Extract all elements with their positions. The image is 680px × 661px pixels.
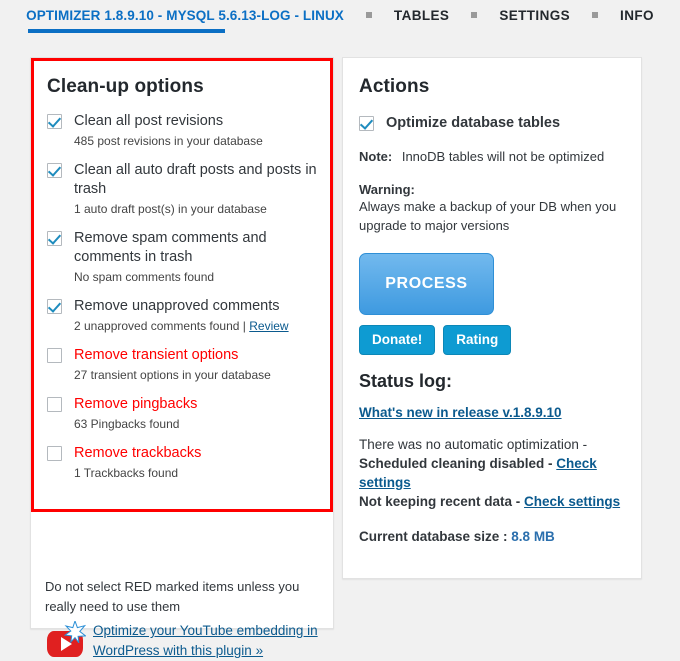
cleanup-option-label: Remove unapproved comments <box>74 298 280 314</box>
cleanup-panel-title: Clean-up options <box>47 76 204 97</box>
cleanup-option-header: Remove trackbacks <box>47 444 317 463</box>
cleanup-option-detail-text: 27 transient options in your database <box>74 368 271 382</box>
top-navigation: OPTIMIZER 1.8.9.10 - MYSQL 5.6.13-LOG - … <box>0 0 680 30</box>
cleanup-option-detail: 63 Pingbacks found <box>74 416 317 432</box>
cleanup-option-detail-text: 485 post revisions in your database <box>74 134 263 148</box>
cleanup-option-checkbox[interactable] <box>47 348 62 363</box>
cleanup-option-detail-text: 2 unapproved comments found | <box>74 319 250 333</box>
cleanup-option-header: Remove spam comments and comments in tra… <box>47 229 317 267</box>
note-text: InnoDB tables will not be optimized <box>401 149 605 164</box>
cleanup-option[interactable]: Clean all post revisions 485 post revisio… <box>47 112 317 149</box>
optimize-tables-label: Optimize database tables <box>386 115 561 131</box>
log-line-2-text: Scheduled cleaning disabled - <box>359 456 557 471</box>
cleanup-option-review-link[interactable]: Review <box>249 319 288 333</box>
donate-button[interactable]: Donate! <box>359 325 436 355</box>
cleanup-option-label: Remove trackbacks <box>74 445 202 461</box>
nav-item-info[interactable]: INFO <box>620 8 654 23</box>
cleanup-option[interactable]: Remove unapproved comments 2 unapproved c… <box>47 297 317 334</box>
cleanup-option-checkbox[interactable] <box>47 446 62 461</box>
nav-item-tables[interactable]: TABLES <box>394 8 449 23</box>
cleanup-option-detail: No spam comments found <box>74 269 317 285</box>
cleanup-option-header: Clean all auto draft posts and posts in … <box>47 161 317 199</box>
red-items-warning-text: Do not select RED marked items unless yo… <box>45 579 300 614</box>
cleanup-option[interactable]: Remove pingbacks 63 Pingbacks found <box>47 395 317 432</box>
cleanup-option-header: Remove transient options <box>47 346 317 365</box>
nav-separator-icon <box>365 12 372 18</box>
cleanup-option-label: Remove pingbacks <box>74 396 198 412</box>
nav-item-settings[interactable]: SETTINGS <box>499 8 570 23</box>
cleanup-option-label: Clean all post revisions <box>74 113 224 129</box>
optimize-tables-checkbox[interactable] <box>359 116 374 131</box>
secondary-buttons: Donate! Rating <box>359 325 625 355</box>
warning-text: Always make a backup of your DB when you… <box>359 199 617 233</box>
rating-button[interactable]: Rating <box>443 325 512 355</box>
cleanup-option-detail-text: 63 Pingbacks found <box>74 417 180 431</box>
cleanup-option-detail: 485 post revisions in your database <box>74 133 317 149</box>
cleanup-option-checkbox[interactable] <box>47 163 62 178</box>
nav-separator-icon <box>592 12 599 18</box>
youtube-plugin-promo[interactable]: Optimize your YouTube embedding in WordP… <box>45 621 325 661</box>
cleanup-options-panel: Clean-up options Clean all post revision… <box>30 57 334 658</box>
youtube-star-icon <box>45 621 87 661</box>
nav-separator-icon <box>471 12 478 18</box>
cleanup-option-label: Clean all auto draft posts and posts in … <box>74 162 317 197</box>
backup-warning: Warning: Always make a backup of your DB… <box>359 182 625 235</box>
active-tab-underline <box>28 29 225 33</box>
log-line-3-text: Not keeping recent data - <box>359 494 525 509</box>
actions-panel: Actions Optimize database tables Note: I… <box>342 57 642 579</box>
cleanup-option-detail: 1 Trackbacks found <box>74 465 317 481</box>
star-burst-icon <box>64 621 86 643</box>
whats-new-link[interactable]: What's new in release v.1.8.9.10 <box>359 405 625 420</box>
database-size-value: 8.8 MB <box>511 529 555 544</box>
process-button[interactable]: PROCESS <box>359 253 494 315</box>
status-log-body: There was no automatic optimization - Sc… <box>359 435 625 511</box>
database-size-row: Current database size : 8.8 MB <box>359 529 625 544</box>
log-line-1: There was no automatic optimization - <box>359 437 588 452</box>
cleanup-option-checkbox[interactable] <box>47 231 62 246</box>
cleanup-option-list: Clean all post revisions 485 post revisio… <box>47 112 317 481</box>
status-log-title: Status log: <box>359 371 452 391</box>
cleanup-option-detail: 27 transient options in your database <box>74 367 317 383</box>
cleanup-option-detail-text: 1 auto draft post(s) in your database <box>74 202 267 216</box>
cleanup-option[interactable]: Remove transient options 27 transient opt… <box>47 346 317 383</box>
cleanup-option[interactable]: Remove spam comments and comments in tra… <box>47 229 317 285</box>
cleanup-option-detail-text: 1 Trackbacks found <box>74 466 179 480</box>
cleanup-option-label: Remove transient options <box>74 347 239 363</box>
note-label: Note: <box>359 149 393 164</box>
cleanup-option-label: Remove spam comments and comments in tra… <box>74 230 267 265</box>
innodb-note: Note: InnoDB tables will not be optimize… <box>359 147 625 166</box>
check-settings-link-2[interactable]: Check settings <box>524 494 620 509</box>
cleanup-option-checkbox[interactable] <box>47 299 62 314</box>
optimize-tables-option[interactable]: Optimize database tables <box>359 114 625 133</box>
youtube-plugin-link[interactable]: Optimize your YouTube embedding in WordP… <box>93 621 325 661</box>
cleanup-option-checkbox[interactable] <box>47 397 62 412</box>
cleanup-option-detail-text: No spam comments found <box>74 270 215 284</box>
cleanup-option-header: Remove pingbacks <box>47 395 317 414</box>
app-title: OPTIMIZER 1.8.9.10 - MYSQL 5.6.13-LOG - … <box>26 7 344 23</box>
cleanup-option-detail: 2 unapproved comments found | Review <box>74 318 317 334</box>
cleanup-option[interactable]: Clean all auto draft posts and posts in … <box>47 161 317 217</box>
database-size-label: Current database size : <box>359 529 512 544</box>
cleanup-option-detail: 1 auto draft post(s) in your database <box>74 201 317 217</box>
cleanup-option[interactable]: Remove trackbacks 1 Trackbacks found <box>47 444 317 481</box>
actions-panel-title: Actions <box>359 76 430 97</box>
cleanup-option-header: Remove unapproved comments <box>47 297 317 316</box>
warning-label: Warning: <box>359 182 415 197</box>
cleanup-option-header: Clean all post revisions <box>47 112 317 131</box>
cleanup-option-checkbox[interactable] <box>47 114 62 129</box>
